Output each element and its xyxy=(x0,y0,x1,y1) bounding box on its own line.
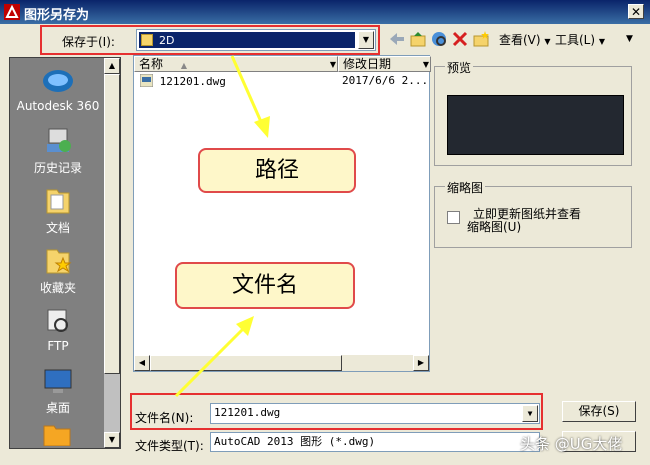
filename-arrow-line xyxy=(174,326,246,398)
filename-callout: 文件名 xyxy=(175,262,355,309)
watermark: 头条 @UG大佬 xyxy=(520,435,623,453)
annotation-arrows xyxy=(174,55,270,398)
path-callout: 路径 xyxy=(198,148,356,193)
path-arrow-head xyxy=(254,116,270,138)
path-arrow-line xyxy=(230,55,264,125)
